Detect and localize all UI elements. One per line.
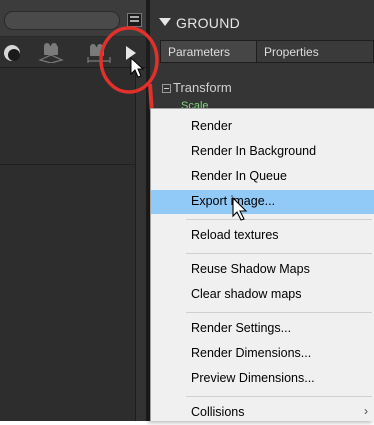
menu-item-label: Render Dimensions...	[191, 346, 312, 360]
menu-item-label: Render	[191, 119, 232, 133]
menu-item-label: Render Settings...	[191, 321, 292, 335]
menu-item-reload-textures[interactable]: Reload textures	[151, 224, 374, 248]
left-pane-header	[0, 0, 146, 36]
menu-item-render[interactable]: Render	[151, 115, 374, 139]
sphere-icon[interactable]	[3, 43, 25, 63]
menu-item-render-in-queue[interactable]: Render In Queue	[151, 165, 374, 189]
pane-splitter[interactable]	[136, 68, 146, 421]
collapse-toggle-icon[interactable]	[162, 84, 171, 93]
search-field[interactable]	[4, 11, 120, 30]
menu-separator	[186, 253, 372, 254]
menu-item-label: Render In Queue	[191, 169, 287, 183]
object-name: GROUND	[176, 15, 241, 31]
menu-item-clear-shadow-maps[interactable]: Clear shadow maps	[151, 283, 374, 307]
menu-item-preview-dimensions[interactable]: Preview Dimensions...	[151, 367, 374, 391]
menu-separator	[186, 312, 372, 313]
mouse-pointer-icon	[232, 197, 248, 221]
mouse-pointer-icon	[130, 57, 145, 78]
menu-item-render-settings[interactable]: Render Settings...	[151, 317, 374, 341]
menu-item-label: Clear shadow maps	[191, 287, 302, 301]
tab-parameters[interactable]: Parameters	[160, 40, 258, 62]
collapse-triangle-icon[interactable]	[159, 18, 171, 26]
menu-item-collisions[interactable]: Collisions ›	[151, 401, 374, 425]
menu-separator	[186, 219, 372, 220]
tab-properties[interactable]: Properties	[256, 40, 374, 62]
section-title: Transform	[173, 80, 232, 95]
chevron-right-icon: ›	[364, 404, 368, 418]
camera-plane-icon[interactable]	[86, 43, 112, 65]
menu-item-label: Preview Dimensions...	[191, 371, 315, 385]
menu-item-reuse-shadow-maps[interactable]: Reuse Shadow Maps	[151, 258, 374, 282]
tabs-underline	[160, 62, 374, 63]
menu-item-export-image[interactable]: Export image...	[151, 190, 374, 214]
menu-item-label: Reuse Shadow Maps	[191, 262, 310, 276]
viewport-divider	[0, 164, 135, 165]
camera-icon[interactable]	[38, 43, 64, 63]
menu-item-label: Collisions	[191, 405, 245, 419]
menu-item-render-in-background[interactable]: Render In Background	[151, 140, 374, 164]
pane-menu-button[interactable]	[127, 13, 142, 27]
viewport-toolbar	[0, 37, 146, 68]
render-viewport[interactable]	[0, 68, 136, 421]
menu-separator	[186, 396, 372, 397]
menu-item-render-dimensions[interactable]: Render Dimensions...	[151, 342, 374, 366]
menu-item-label: Render In Background	[191, 144, 317, 158]
context-menu: Render Render In Background Render In Qu…	[150, 108, 374, 421]
object-header[interactable]: GROUND	[150, 14, 374, 36]
menu-item-label: Reload textures	[191, 228, 279, 242]
